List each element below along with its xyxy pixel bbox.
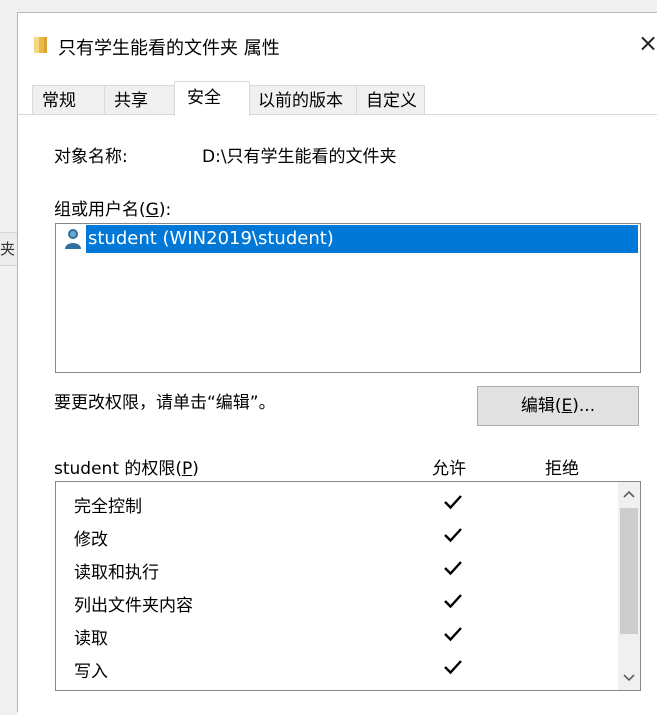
permission-row: 列出文件夹内容	[56, 585, 612, 618]
tab-strip: 常规 共享 安全 以前的版本 自定义	[18, 81, 657, 116]
scroll-thumb[interactable]	[620, 508, 638, 634]
object-name-value: D:\只有学生能看的文件夹	[202, 147, 397, 167]
permission-name: 列出文件夹内容	[74, 596, 193, 616]
permissions-list[interactable]: 完全控制 修改 读取和执行 列出文件夹内容 读取 写入	[55, 481, 641, 691]
tab-customize[interactable]: 自定义	[356, 85, 425, 115]
user-name: student (WIN2019\student)	[88, 228, 334, 249]
allow-check-icon	[444, 594, 462, 609]
list-item[interactable]: student (WIN2019\student)	[61, 225, 638, 253]
permission-row: 读取和执行	[56, 552, 612, 585]
permission-name: 完全控制	[74, 497, 142, 517]
tab-security[interactable]: 安全	[174, 81, 250, 116]
permission-name: 读取	[74, 629, 108, 649]
allow-column-header: 允许	[432, 459, 466, 479]
scroll-up-button[interactable]	[618, 482, 640, 506]
groups-label-prefix: 组或用户名(	[54, 200, 146, 220]
edit-button-prefix: 编辑(	[520, 396, 562, 416]
title-bar[interactable]: 只有学生能看的文件夹 属性 ×	[18, 13, 657, 73]
object-name-label: 对象名称:	[54, 147, 128, 167]
permission-row: 修改	[56, 519, 612, 552]
chevron-up-icon	[623, 490, 635, 498]
edit-button-accesskey: E	[561, 396, 573, 416]
deny-column-header: 拒绝	[545, 459, 579, 479]
edit-button-suffix: )...	[572, 396, 596, 416]
security-panel: 对象名称: D:\只有学生能看的文件夹 组或用户名(G): student (W…	[18, 115, 657, 715]
permission-row: 读取	[56, 618, 612, 651]
groups-label-suffix: ):	[158, 200, 172, 220]
permissions-for-prefix: student 的权限(	[54, 459, 183, 479]
background-window-text: 夹	[0, 240, 16, 258]
permissions-scrollbar[interactable]	[618, 482, 640, 690]
window-title: 只有学生能看的文件夹 属性	[58, 38, 280, 59]
users-listbox[interactable]: student (WIN2019\student)	[55, 223, 641, 373]
folder-icon	[34, 37, 47, 53]
properties-dialog: 只有学生能看的文件夹 属性 × 常规 共享 安全 以前的版本 自定义 对象名称:…	[17, 12, 657, 715]
tab-previous-versions[interactable]: 以前的版本	[249, 85, 357, 115]
change-permissions-hint: 要更改权限，请单击“编辑”。	[54, 393, 276, 413]
scroll-down-button[interactable]	[618, 666, 640, 690]
permission-name: 修改	[74, 530, 108, 550]
permissions-for-suffix: )	[192, 459, 199, 479]
close-button[interactable]: ×	[636, 31, 657, 57]
chevron-down-icon	[623, 674, 635, 682]
permission-row: 完全控制	[56, 486, 612, 519]
groups-label-accesskey: G	[145, 200, 159, 220]
allow-check-icon	[444, 495, 462, 510]
allow-check-icon	[444, 528, 462, 543]
background-window-fragment: 夹	[0, 232, 18, 266]
tab-sharing[interactable]: 共享	[104, 85, 176, 115]
groups-label: 组或用户名(G):	[54, 195, 171, 220]
permissions-for-label: student 的权限(P)	[54, 454, 199, 479]
edit-button[interactable]: 编辑(E)...	[477, 386, 639, 426]
permission-name: 写入	[74, 662, 108, 682]
permission-name: 读取和执行	[74, 563, 159, 583]
permissions-for-accesskey: P	[182, 459, 193, 479]
tab-general[interactable]: 常规	[32, 85, 106, 115]
allow-check-icon	[444, 627, 462, 642]
allow-check-icon	[444, 660, 462, 675]
permission-row: 写入	[56, 651, 612, 684]
user-icon	[65, 229, 81, 249]
allow-check-icon	[444, 561, 462, 576]
